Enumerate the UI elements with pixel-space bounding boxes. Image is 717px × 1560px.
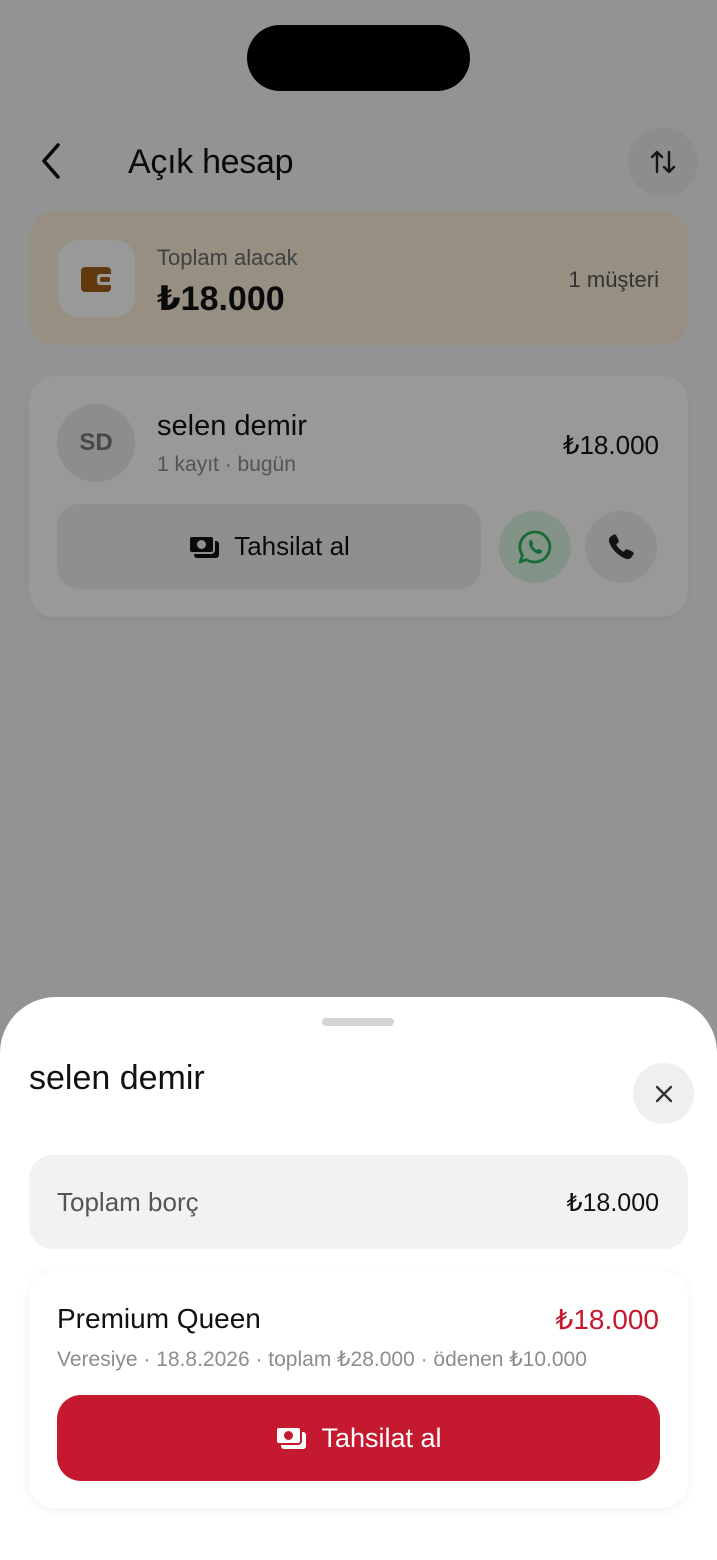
item-meta: Veresiye · 18.8.2026 · toplam ₺28.000 · … — [57, 1348, 587, 1371]
total-debt-amount: ₺18.000 — [566, 1189, 659, 1217]
item-amount: ₺18.000 — [555, 1304, 659, 1335]
close-button[interactable] — [633, 1063, 694, 1124]
item-name: Premium Queen — [57, 1303, 261, 1334]
cash-icon — [275, 1426, 307, 1449]
item-collect-button[interactable]: Tahsilat al — [57, 1395, 660, 1481]
total-debt-row: Toplam borç ₺18.000 — [29, 1155, 688, 1249]
debt-item-card: Premium Queen ₺18.000 Veresiye · 18.8.20… — [29, 1271, 688, 1508]
close-icon — [655, 1085, 672, 1102]
sheet-title: selen demir — [29, 1059, 205, 1097]
item-collect-button-label: Tahsilat al — [321, 1422, 442, 1453]
total-debt-label: Toplam borç — [57, 1187, 199, 1217]
bottom-sheet: selen demir Toplam borç ₺18.000 Premium … — [0, 997, 717, 1560]
sheet-grabber[interactable] — [322, 1018, 394, 1026]
